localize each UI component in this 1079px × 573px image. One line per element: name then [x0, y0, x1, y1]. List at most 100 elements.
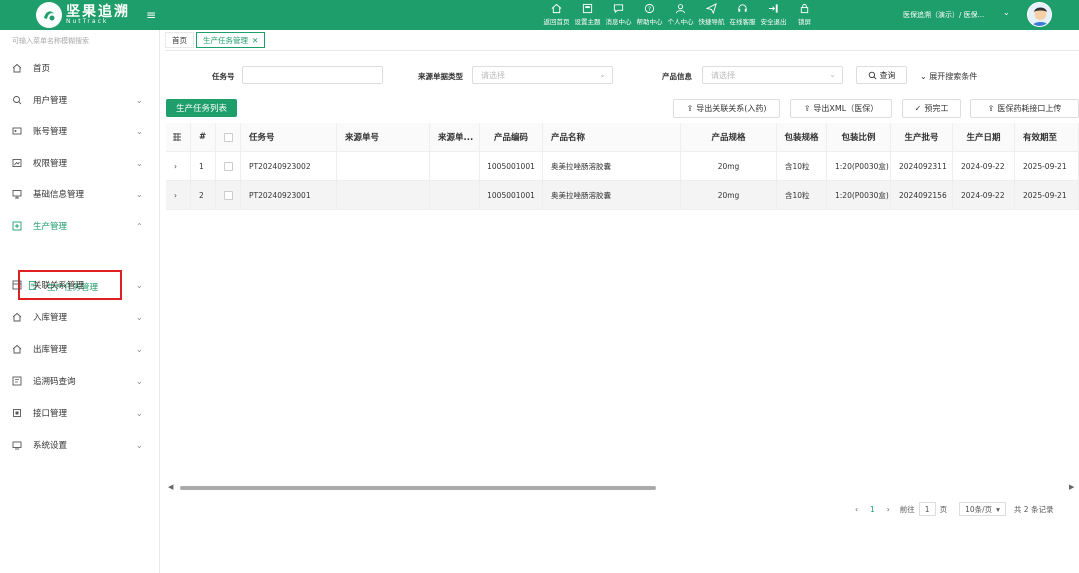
col-header[interactable]: 生产日期: [953, 123, 1015, 151]
row-checkbox[interactable]: [216, 181, 241, 209]
sidebar-item-home[interactable]: 首页: [0, 58, 160, 78]
export-relation-button[interactable]: ⇪ 导出关联关系(入药): [673, 99, 780, 118]
nav-quick[interactable]: 快捷导航: [696, 3, 727, 26]
avatar[interactable]: [1027, 2, 1052, 27]
button-label: 预完工: [924, 104, 949, 113]
menu-search-input[interactable]: 可输入菜单名称模糊搜索: [12, 36, 89, 46]
cell-batch-no: 2024092311: [891, 152, 953, 180]
cell-product-code: 1005001001: [480, 152, 543, 180]
col-header[interactable]: 来源单...: [430, 123, 480, 151]
nav-logout[interactable]: 安全退出: [758, 3, 789, 26]
col-header[interactable]: 包装规格: [777, 123, 827, 151]
table-row[interactable]: › 1 PT20240923002 1005001001 奥美拉唑肠溶胶囊 20…: [166, 152, 1079, 181]
sidebar-item-api[interactable]: 接口管理 ⌄: [0, 403, 160, 423]
close-icon[interactable]: ✕: [252, 36, 258, 45]
sidebar-item-trace[interactable]: 追溯码查询 ⌄: [0, 371, 160, 391]
goto-page-input[interactable]: 1: [918, 502, 936, 516]
cell-expiry: 2025-09-21: [1015, 181, 1079, 209]
sidebar-item-account[interactable]: 账号管理 ⌄: [0, 121, 160, 141]
product-select[interactable]: 请选择 ⌄: [702, 66, 843, 84]
chevron-up-icon: ⌃: [136, 221, 143, 231]
menu-toggle-icon[interactable]: ≡: [146, 8, 156, 22]
nav-lock[interactable]: 锁屏: [789, 3, 820, 26]
pre-complete-button[interactable]: ✓ 预完工: [902, 99, 961, 118]
nav-home[interactable]: 返回首页: [541, 3, 572, 26]
select-all-checkbox[interactable]: [216, 123, 241, 151]
sidebar-item-warehouse-out[interactable]: 出库管理 ⌄: [0, 339, 160, 359]
col-header[interactable]: 来源单号: [337, 123, 430, 151]
col-header[interactable]: 任务号: [241, 123, 337, 151]
page-tabs: 首页 生产任务管理 ✕: [165, 30, 1079, 51]
logout-icon: [768, 4, 778, 13]
expand-filters-link[interactable]: ⌄ 展开搜索条件: [920, 71, 977, 82]
column-settings-icon[interactable]: [166, 123, 191, 151]
nav-label: 帮助中心: [636, 18, 663, 26]
chevron-down-icon: ⌄: [136, 280, 143, 290]
sidebar-item-label: 基础信息管理: [33, 190, 85, 200]
permission-icon: [12, 159, 22, 167]
sidebar-item-permission[interactable]: 权限管理 ⌄: [0, 153, 160, 173]
prev-page-icon[interactable]: ‹: [855, 505, 858, 514]
chevron-down-icon: ⌄: [599, 70, 606, 79]
production-task-list-button[interactable]: 生产任务列表: [166, 99, 237, 117]
sidebar-item-basic-info[interactable]: 基础信息管理 ⌄: [0, 184, 160, 204]
nav-message[interactable]: 消息中心: [603, 3, 634, 26]
col-index: #: [191, 123, 216, 151]
chevron-down-icon: ⌄: [136, 126, 143, 136]
sidebar-item-warehouse-in[interactable]: 入库管理 ⌄: [0, 307, 160, 327]
chevron-down-icon[interactable]: ⌄: [1003, 8, 1010, 17]
col-header[interactable]: 包装比例: [827, 123, 891, 151]
help-icon: ?: [644, 3, 655, 14]
cell-source-type: [430, 181, 480, 209]
table-row[interactable]: › 2 PT20240923001 1005001001 奥美拉唑肠溶胶囊 20…: [166, 181, 1079, 210]
nav-label: 快捷导航: [698, 18, 725, 26]
col-header[interactable]: 产品规格: [681, 123, 777, 151]
expand-row-icon[interactable]: ›: [166, 152, 191, 180]
tab-label: 首页: [172, 35, 187, 45]
tab-home[interactable]: 首页: [165, 32, 194, 48]
chevron-down-icon: ⌄: [829, 70, 836, 79]
upload-button[interactable]: ⇪ 医保药耗接口上传: [970, 99, 1079, 118]
nav-service[interactable]: 在线客服: [727, 3, 758, 26]
chevron-down-icon: ⌄: [136, 440, 143, 450]
product-label: 产品信息: [662, 72, 692, 81]
user-name[interactable]: 医保追溯（演示）/ 医保...: [903, 10, 984, 20]
page-size-select[interactable]: 10条/页 ▾: [959, 502, 1006, 516]
sidebar-item-user-mgmt[interactable]: 用户管理 ⌄: [0, 90, 160, 110]
col-header[interactable]: 有效期至: [1015, 123, 1079, 151]
chevron-down-icon: ⌄: [136, 312, 143, 322]
page-unit: 页: [939, 504, 948, 514]
cell-product-name: 奥美拉唑肠溶胶囊: [543, 181, 681, 209]
nav-profile[interactable]: 个人中心: [665, 3, 696, 26]
trace-icon: [12, 376, 22, 386]
nav-theme[interactable]: 设置主题: [572, 3, 603, 26]
page-number[interactable]: 1: [870, 505, 875, 514]
expand-row-icon[interactable]: ›: [166, 181, 191, 209]
col-header[interactable]: 产品名称: [543, 123, 681, 151]
next-page-icon[interactable]: ›: [887, 505, 890, 514]
upload-icon: ⇪: [686, 104, 694, 113]
col-header[interactable]: 产品编码: [480, 123, 543, 151]
tab-production-task[interactable]: 生产任务管理 ✕: [196, 32, 266, 48]
chevron-down-icon: ⌄: [136, 95, 143, 105]
scroll-right-icon[interactable]: ▶: [1069, 483, 1074, 491]
scrollbar-thumb[interactable]: [180, 486, 656, 490]
source-type-select[interactable]: 请选择 ⌄: [472, 66, 613, 84]
tab-label: 生产任务管理: [203, 35, 248, 45]
sidebar-item-label: 接口管理: [33, 409, 68, 419]
cell-batch-no: 2024092156: [891, 181, 953, 209]
settings-icon: [12, 441, 22, 450]
row-index: 1: [191, 152, 216, 180]
sidebar-item-relation[interactable]: 关联关系管理 ⌄: [0, 275, 160, 295]
col-header[interactable]: 生产批号: [891, 123, 953, 151]
sidebar-item-settings[interactable]: 系统设置 ⌄: [0, 435, 160, 455]
row-checkbox[interactable]: [216, 152, 241, 180]
nav-help[interactable]: ? 帮助中心: [634, 3, 665, 26]
home-icon: [12, 63, 22, 73]
task-no-input[interactable]: [242, 66, 383, 84]
scroll-left-icon[interactable]: ◀: [168, 483, 173, 491]
query-button[interactable]: 查询: [856, 66, 907, 84]
sidebar: 可输入菜单名称模糊搜索 首页 用户管理 ⌄ 账号管理 ⌄ 权限管理 ⌄ 基础信息…: [0, 30, 160, 573]
export-xml-button[interactable]: ⇪ 导出XML（医保）: [790, 99, 892, 118]
sidebar-item-production[interactable]: 生产管理 ⌃: [0, 216, 160, 236]
